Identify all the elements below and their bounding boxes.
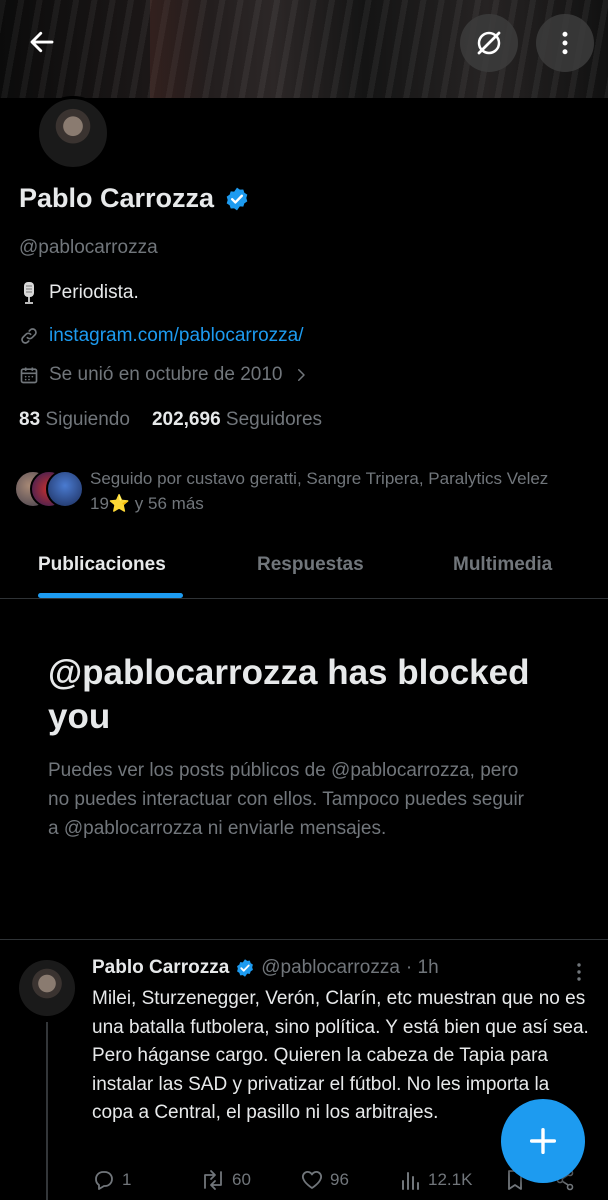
chevron-right-icon	[298, 369, 306, 381]
profile-tabs: Publicaciones Respuestas Multimedia	[0, 540, 608, 599]
bio-text: Periodista.	[49, 282, 139, 303]
verified-badge-icon	[226, 187, 248, 210]
reply-button[interactable]: 1	[92, 1168, 131, 1192]
follower-avatar	[46, 470, 84, 508]
profile-link-row: instagram.com/pablocarrozza/	[19, 325, 304, 347]
grok-button[interactable]	[460, 14, 518, 72]
back-button[interactable]	[22, 22, 62, 62]
post-author-handle[interactable]: @pablocarrozza	[261, 957, 400, 979]
like-count: 96	[330, 1170, 349, 1189]
followed-by-text: Seguido por custavo geratti, Sangre Trip…	[90, 469, 549, 513]
thread-line	[46, 1022, 48, 1200]
profile-link[interactable]: instagram.com/pablocarrozza/	[49, 325, 304, 347]
post-text[interactable]: Milei, Sturzenegger, Verón, Clarín, etc …	[92, 985, 592, 1128]
verified-badge-icon	[237, 959, 254, 977]
profile-avatar[interactable]	[36, 96, 110, 170]
followers-label: Seguidores	[225, 409, 323, 430]
arrow-left-icon	[30, 31, 54, 53]
tab-multimedia[interactable]: Multimedia	[453, 554, 552, 576]
post-header: Pablo Carrozza @pablocarrozza · 1h	[92, 957, 439, 979]
blocked-description: Puedes ver los posts públicos de @pabloc…	[48, 760, 525, 839]
microphone-icon	[24, 282, 34, 304]
tab-respuestas[interactable]: Respuestas	[257, 554, 364, 576]
blocked-title: @pablocarrozza has blocked you	[48, 653, 530, 736]
profile-name: Pablo Carrozza	[19, 183, 215, 213]
followed-by-row[interactable]: Seguido por custavo geratti, Sangre Trip…	[14, 464, 594, 520]
active-tab-indicator	[38, 593, 183, 598]
views-button[interactable]: 12.1K	[400, 1168, 472, 1192]
repost-count: 60	[232, 1170, 251, 1189]
link-icon	[21, 328, 37, 344]
compose-post-button[interactable]	[501, 1099, 585, 1183]
more-vertical-icon	[577, 963, 581, 981]
following-link[interactable]: 83 Siguiendo	[19, 409, 130, 431]
divider	[0, 939, 608, 940]
post-author-avatar[interactable]	[19, 960, 75, 1016]
following-count: 83	[19, 409, 41, 430]
views-count: 12.1K	[428, 1170, 473, 1189]
profile-handle: @pablocarrozza	[19, 237, 158, 258]
like-button[interactable]: 96	[300, 1168, 349, 1192]
grok-icon	[477, 31, 501, 55]
followed-by-avatars	[14, 470, 84, 508]
followers-count: 202,696	[151, 409, 221, 430]
repost-button[interactable]: 60	[200, 1168, 251, 1192]
profile-counts: 83 Siguiendo 202,696 Seguidores	[19, 409, 322, 431]
reply-count: 1	[122, 1170, 132, 1189]
profile-bio: Periodista.	[19, 281, 139, 305]
calendar-icon	[20, 367, 38, 384]
profile-joined-row[interactable]: Se unió en octubre de 2010	[19, 364, 310, 386]
tab-publicaciones[interactable]: Publicaciones	[38, 554, 166, 576]
more-options-button[interactable]	[536, 14, 594, 72]
profile-name-row: Pablo Carrozza	[19, 183, 250, 214]
following-label: Siguiendo	[45, 409, 130, 430]
repost-icon	[204, 1170, 222, 1190]
post-time[interactable]: · 1h	[406, 957, 439, 979]
post-more-button[interactable]	[570, 960, 588, 984]
joined-text: Se unió en octubre de 2010	[49, 364, 283, 385]
plus-icon	[529, 1127, 557, 1155]
post-author-name[interactable]: Pablo Carrozza	[92, 957, 229, 979]
views-icon	[402, 1172, 419, 1190]
reply-icon	[95, 1171, 113, 1190]
followers-link[interactable]: 202,696 Seguidores	[152, 409, 322, 431]
heart-icon	[301, 1171, 323, 1189]
more-vertical-icon	[562, 31, 568, 55]
